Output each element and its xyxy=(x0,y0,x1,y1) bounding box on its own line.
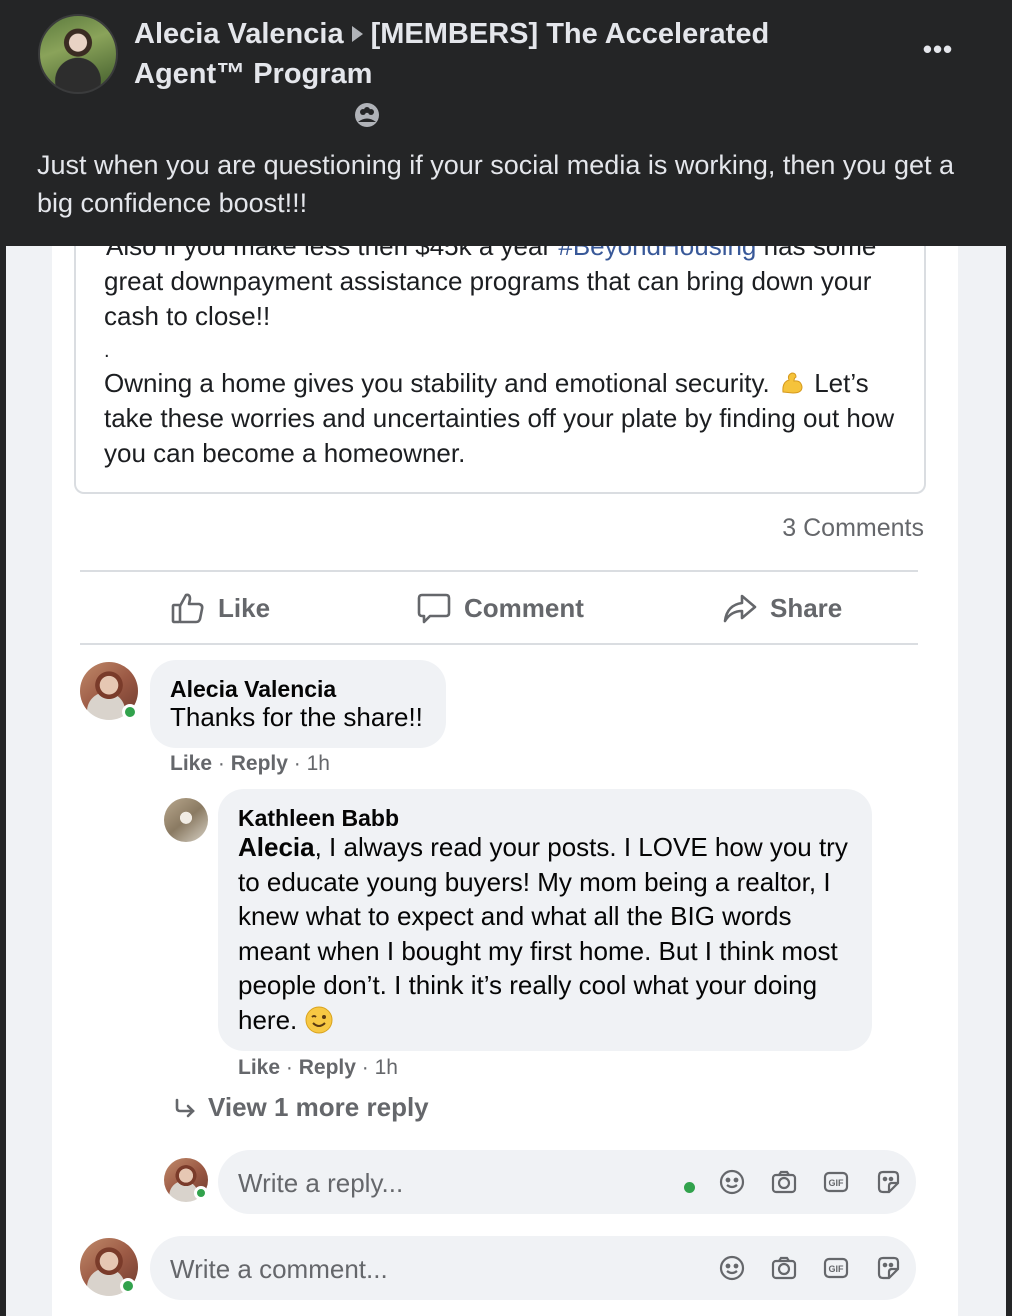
cropped-text-end: has some xyxy=(763,246,877,261)
post-card: Also if you make less then $45k a year #… xyxy=(52,246,958,1316)
meta-separator: · xyxy=(217,752,225,775)
like-label: Like xyxy=(218,592,271,623)
speech-bubble-icon xyxy=(417,593,451,624)
emoji-icon[interactable] xyxy=(718,1254,746,1282)
thumbs-up-icon xyxy=(171,593,204,624)
comment-bubble: Kathleen Babb Alecia, I always read your… xyxy=(218,789,872,1051)
gif-icon[interactable]: GIF xyxy=(822,1168,850,1196)
online-status-dot xyxy=(194,1186,208,1200)
svg-text:GIF: GIF xyxy=(829,1264,845,1274)
divider xyxy=(80,570,918,572)
share-label: Share xyxy=(770,592,843,623)
gif-icon[interactable]: GIF xyxy=(822,1254,850,1282)
comment-text: Thanks for the share!! xyxy=(170,702,423,732)
sticker-icon[interactable] xyxy=(874,1168,902,1196)
hashtag-link[interactable]: #BeyondHousing xyxy=(558,246,756,261)
comment-button[interactable]: Comment xyxy=(416,584,584,632)
post-caption: Just when you are questioning if your so… xyxy=(37,150,955,218)
online-status-dot xyxy=(122,704,138,720)
shared-screenshot: Also if you make less then $45k a year #… xyxy=(6,246,1006,1316)
comment-text: Alecia, I always read your posts. I LOVE… xyxy=(238,830,858,1037)
comment-timestamp[interactable]: 1h xyxy=(307,752,330,775)
author-avatar[interactable] xyxy=(38,14,118,94)
comment-input-tools: GIF xyxy=(718,1254,902,1282)
divider xyxy=(80,643,918,645)
emoji-icon[interactable] xyxy=(718,1168,746,1196)
post-header: Alecia Valencia [MEMBERS] The Accelerated… xyxy=(0,0,1012,246)
svg-text:GIF: GIF xyxy=(829,1178,845,1188)
comment-meta: Like · Reply · 1h xyxy=(238,1056,398,1080)
shared-post-body: Also if you make less then $45k a year #… xyxy=(74,246,926,494)
commenter-name[interactable]: Alecia Valencia xyxy=(170,676,336,703)
camera-icon[interactable] xyxy=(770,1168,798,1196)
sticker-icon[interactable] xyxy=(874,1254,902,1282)
triangle-right-icon xyxy=(351,26,363,43)
comment-input[interactable]: Write a comment... GIF xyxy=(150,1236,916,1300)
avatar[interactable] xyxy=(164,798,208,842)
separator-dot: . xyxy=(104,340,110,362)
flexed-biceps-emoji xyxy=(782,372,803,394)
comment-like-link[interactable]: Like xyxy=(238,1056,280,1079)
share-button[interactable]: Share xyxy=(722,584,842,632)
ellipsis-icon[interactable]: ••• xyxy=(916,34,960,64)
author-name[interactable]: Alecia Valencia xyxy=(134,18,344,50)
comments-count-link[interactable]: 3 Comments xyxy=(782,514,924,543)
comment-like-link[interactable]: Like xyxy=(170,752,212,775)
typing-indicator xyxy=(684,1182,695,1193)
like-button[interactable]: Like xyxy=(170,584,270,632)
cropped-text: Also if you make less then $45k a year xyxy=(106,246,552,261)
comment-body: , I always read your posts. I LOVE how y… xyxy=(238,832,848,1035)
comment-reply-link[interactable]: Reply xyxy=(231,752,288,775)
reply-arrow-icon xyxy=(175,1098,195,1117)
share-arrow-icon xyxy=(723,594,757,623)
post-title: Alecia Valencia [MEMBERS] The Accelerated… xyxy=(134,14,854,94)
comment-timestamp[interactable]: 1h xyxy=(375,1056,398,1079)
reply-placeholder: Write a reply... xyxy=(238,1168,404,1198)
meta-separator: · xyxy=(293,752,301,775)
comment-meta: Like · Reply · 1h xyxy=(170,752,330,776)
comment-reply-link[interactable]: Reply xyxy=(299,1056,356,1079)
reply-input[interactable]: Write a reply... GIF xyxy=(218,1150,916,1214)
view-more-label: View 1 more reply xyxy=(208,1092,429,1122)
camera-icon[interactable] xyxy=(770,1254,798,1282)
meta-separator: · xyxy=(285,1056,293,1079)
winking-face-emoji xyxy=(305,1006,332,1033)
cropped-text-line: Also if you make less then $45k a year #… xyxy=(106,246,906,261)
comment-label: Comment xyxy=(464,592,584,623)
reply-input-tools: GIF xyxy=(718,1168,902,1196)
comment-placeholder: Write a comment... xyxy=(170,1254,388,1284)
meta-separator: · xyxy=(361,1056,369,1079)
post-paragraph-2: Owning a home gives you stability and em… xyxy=(104,366,904,471)
view-more-replies[interactable]: View 1 more reply xyxy=(172,1092,429,1123)
commenter-name[interactable]: Kathleen Babb xyxy=(238,805,399,832)
online-status-dot xyxy=(120,1278,136,1294)
group-members-icon xyxy=(355,103,379,127)
paragraph-text: Owning a home gives you stability and em… xyxy=(104,368,770,398)
post-paragraph-1: great downpayment assistance programs th… xyxy=(104,266,872,331)
mention-link[interactable]: Alecia xyxy=(238,832,315,862)
comment-bubble: Alecia Valencia Thanks for the share!! xyxy=(150,660,446,748)
